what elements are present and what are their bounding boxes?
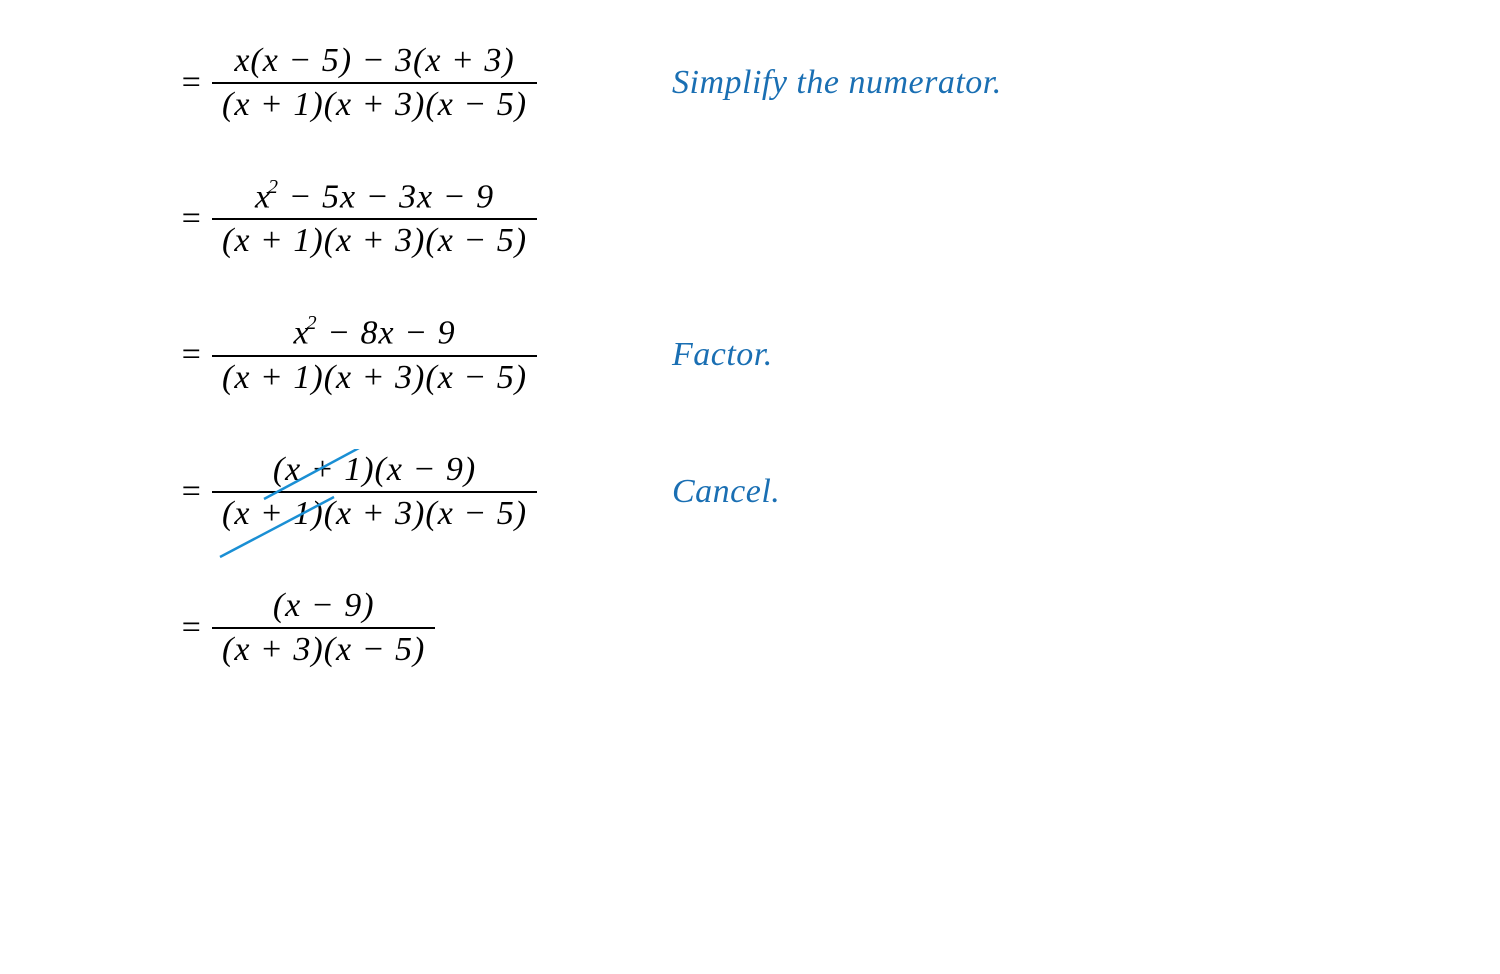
denominator: (x + 1)(x + 3)(x − 5) — [212, 493, 537, 535]
step-3: = x2 − 8x − 9 (x + 1)(x + 3)(x − 5) Fact… — [170, 312, 1500, 398]
step-4: = (x + 1)(x − 9) (x + 1)(x + 3)(x − 5) C… — [170, 449, 1500, 535]
fraction: x2 − 5x − 3x − 9 (x + 1)(x + 3)(x − 5) — [212, 176, 632, 262]
fraction: (x + 1)(x − 9) (x + 1)(x + 3)(x − 5) — [212, 449, 632, 535]
equals-sign: = — [170, 200, 212, 238]
step-5: = (x − 9) (x + 3)(x − 5) — [170, 585, 1500, 671]
numerator: x(x − 5) − 3(x + 3) — [212, 40, 537, 84]
denominator: (x + 1)(x + 3)(x − 5) — [212, 357, 537, 399]
denominator: (x + 1)(x + 3)(x − 5) — [212, 220, 537, 262]
annotation: Cancel. — [672, 473, 780, 511]
equals-sign: = — [170, 473, 212, 511]
denominator: (x + 3)(x − 5) — [212, 629, 435, 671]
equals-sign: = — [170, 609, 212, 647]
equals-sign: = — [170, 336, 212, 374]
numerator: x2 − 5x − 3x − 9 — [212, 176, 537, 220]
math-derivation: = x(x − 5) − 3(x + 3) (x + 1)(x + 3)(x −… — [0, 0, 1500, 671]
numerator: (x − 9) — [212, 585, 435, 629]
numerator: x2 − 8x − 9 — [212, 312, 537, 356]
fraction: x2 − 8x − 9 (x + 1)(x + 3)(x − 5) — [212, 312, 632, 398]
denominator: (x + 1)(x + 3)(x − 5) — [212, 84, 537, 126]
numerator: (x + 1)(x − 9) — [212, 449, 537, 493]
annotation: Factor. — [672, 336, 773, 374]
fraction: x(x − 5) − 3(x + 3) (x + 1)(x + 3)(x − 5… — [212, 40, 632, 126]
equals-sign: = — [170, 64, 212, 102]
step-1: = x(x − 5) − 3(x + 3) (x + 1)(x + 3)(x −… — [170, 40, 1500, 126]
step-2: = x2 − 5x − 3x − 9 (x + 1)(x + 3)(x − 5) — [170, 176, 1500, 262]
annotation: Simplify the numerator. — [672, 64, 1002, 102]
fraction: (x − 9) (x + 3)(x − 5) — [212, 585, 632, 671]
